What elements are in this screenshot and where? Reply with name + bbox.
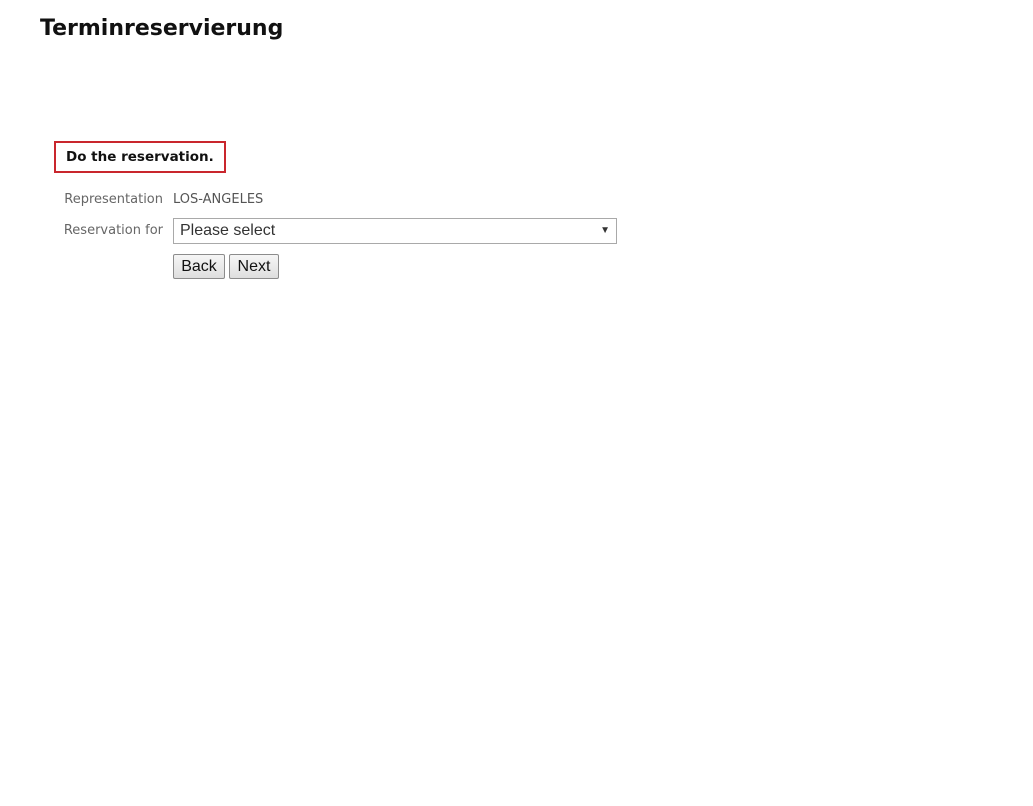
chevron-down-icon: ▼ bbox=[600, 225, 610, 236]
notice-text: Do the reservation. bbox=[66, 149, 214, 165]
next-button[interactable]: Next bbox=[229, 254, 279, 279]
reservation-for-selected-value: Please select bbox=[180, 222, 276, 239]
reservation-for-label: Reservation for bbox=[63, 223, 163, 238]
back-button[interactable]: Back bbox=[173, 254, 225, 279]
reservation-for-select[interactable]: Please select ▼ bbox=[173, 218, 617, 244]
page-title: Terminreservierung bbox=[40, 16, 284, 41]
notice-box: Do the reservation. bbox=[54, 141, 226, 173]
representation-label: Representation bbox=[64, 192, 163, 207]
representation-value: LOS-ANGELES bbox=[173, 192, 264, 207]
